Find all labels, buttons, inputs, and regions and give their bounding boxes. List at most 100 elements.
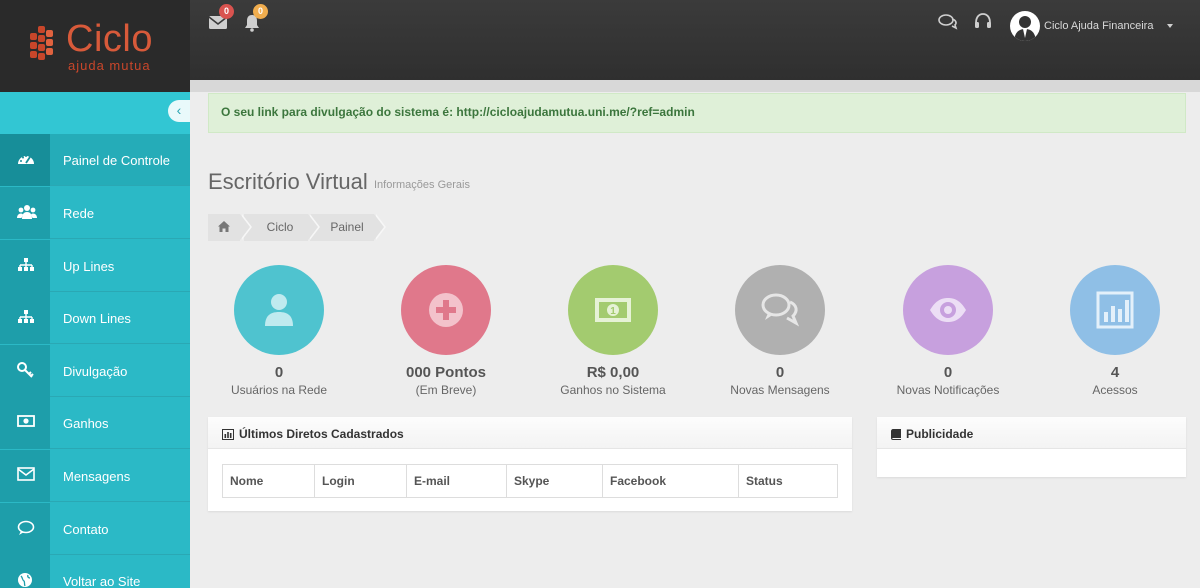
table-header-row: Nome Login E-mail Skype Facebook Status [222, 464, 838, 498]
stat-circle [234, 265, 324, 355]
chat-icon [938, 14, 958, 30]
notifications-badge: 0 [253, 4, 268, 19]
sidebar-item-label: Rede [63, 206, 95, 221]
sidebar-item-label: Contato [63, 522, 109, 537]
stat-value: R$ 0,00 [586, 364, 640, 381]
key-icon [17, 362, 34, 378]
messages-badge: 0 [219, 4, 234, 19]
user-name: Ciclo Ajuda Financeira [1044, 20, 1154, 32]
sidebar-item-painel-de-controle[interactable]: Painel de Controle [0, 134, 190, 186]
envelope-icon [17, 467, 35, 481]
chat-button[interactable] [938, 14, 958, 32]
stat-usuarios[interactable]: 0 Usuários na Rede [199, 265, 359, 397]
logo-subtitle: ajuda mutua [68, 58, 151, 73]
stat-caption: (Em Breve) [415, 383, 477, 397]
stat-acessos[interactable]: 4 Acessos [1035, 265, 1195, 397]
stat-value: 0 [943, 364, 953, 381]
stat-notificacoes[interactable]: 0 Novas Notificações [868, 265, 1028, 397]
breadcrumb-item-ciclo[interactable]: Ciclo [244, 214, 320, 241]
referral-link-alert: O seu link para divulgação do sistema é:… [208, 93, 1186, 133]
logo-title: Ciclo [66, 18, 153, 60]
page-subtitle: Informações Gerais [374, 179, 470, 191]
chevron-left-icon: ‹ [176, 102, 182, 118]
column-header-email[interactable]: E-mail [406, 464, 507, 498]
sidebar-item-contato[interactable]: Contato [0, 503, 190, 555]
bar-chart-icon [222, 429, 234, 440]
sidebar-item-label: Up Lines [63, 259, 115, 274]
headset-icon [975, 13, 991, 28]
stat-circle [1070, 265, 1160, 355]
logo[interactable]: Ciclo ajuda mutua [0, 0, 190, 92]
dashboard-icon [18, 155, 34, 164]
svg-text:1: 1 [610, 306, 616, 317]
support-button[interactable] [974, 13, 994, 31]
column-header-nome[interactable]: Nome [222, 464, 315, 498]
sidebar-item-label: Mensagens [63, 469, 131, 484]
stat-circle [735, 265, 825, 355]
stat-circle: 1 [568, 265, 658, 355]
stat-circle [903, 265, 993, 355]
sitemap-icon [18, 310, 34, 323]
topbar-divider [190, 80, 1200, 92]
page-title: Escritório Virtual [208, 169, 368, 194]
sidebar-item-label: Divulgação [63, 364, 128, 379]
stat-value: 000 Pontos [405, 364, 487, 381]
sidebar-item-ganhos[interactable]: Ganhos [0, 397, 190, 449]
advertising-panel: Publicidade [877, 417, 1186, 477]
stat-caption: Novas Notificações [896, 383, 1000, 397]
latest-directs-panel: Últimos Diretos Cadastrados Nome Login E… [208, 417, 852, 511]
sidebar-header: ‹ [0, 92, 190, 134]
sidebar-item-down-lines[interactable]: Down Lines [0, 292, 190, 344]
sidebar-item-label: Down Lines [63, 311, 131, 326]
directs-table: Nome Login E-mail Skype Facebook Status [222, 464, 838, 498]
panel-header: Últimos Diretos Cadastrados [208, 417, 852, 449]
panel-title: Publicidade [906, 427, 974, 441]
column-header-status[interactable]: Status [738, 464, 838, 498]
column-header-login[interactable]: Login [314, 464, 407, 498]
money-icon [17, 415, 35, 427]
referral-link-text[interactable]: O seu link para divulgação do sistema é:… [221, 105, 695, 119]
panel-header: Publicidade [877, 417, 1186, 449]
column-header-skype[interactable]: Skype [506, 464, 603, 498]
sidebar-collapse-button[interactable]: ‹ [168, 100, 190, 122]
breadcrumb-home[interactable] [208, 214, 252, 241]
sidebar-item-rede[interactable]: Rede [0, 187, 190, 239]
stat-value: 0 [274, 364, 284, 381]
chevron-down-icon [1167, 24, 1173, 28]
avatar [1010, 11, 1040, 41]
column-header-facebook[interactable]: Facebook [602, 464, 739, 498]
stat-mensagens[interactable]: 0 Novas Mensagens [700, 265, 860, 397]
sidebar-item-label: Ganhos [63, 416, 109, 431]
user-silhouette-icon [1014, 16, 1036, 41]
plus-icon [429, 293, 463, 327]
bar-chart-icon [1096, 291, 1134, 329]
top-bar: Ciclo ajuda mutua 0 0 Ciclo Ajuda Financ… [0, 0, 1200, 92]
stat-value: 4 [1110, 364, 1120, 381]
sidebar-item-divulgacao[interactable]: Divulgação [0, 345, 190, 397]
stat-caption: Novas Mensagens [730, 383, 830, 397]
sidebar-item-voltar-ao-site[interactable]: Voltar ao Site [0, 555, 190, 588]
stat-caption: Ganhos no Sistema [560, 383, 666, 397]
sidebar-item-label: Painel de Controle [63, 153, 170, 168]
book-icon [891, 429, 901, 440]
stat-value: 0 [775, 364, 785, 381]
comment-icon [17, 520, 35, 535]
money-icon: 1 [595, 298, 631, 322]
logo-mark-icon [30, 24, 62, 64]
stat-caption: Acessos [1092, 383, 1138, 397]
stat-caption: Usuários na Rede [230, 383, 328, 397]
sidebar-item-mensagens[interactable]: Mensagens [0, 450, 190, 502]
stat-ganhos[interactable]: 1 R$ 0,00 Ganhos no Sistema [533, 265, 693, 397]
stat-circle [401, 265, 491, 355]
stat-pontos[interactable]: 000 Pontos (Em Breve) [366, 265, 526, 397]
user-icon [265, 294, 293, 326]
sidebar: ‹ Painel de Controle Rede Up Lines Down … [0, 92, 190, 588]
globe-icon [18, 573, 32, 587]
eye-icon [930, 298, 966, 322]
sidebar-item-up-lines[interactable]: Up Lines [0, 240, 190, 292]
sidebar-item-label: Voltar ao Site [63, 574, 141, 588]
comments-icon [761, 293, 800, 327]
sitemap-icon [18, 258, 34, 271]
users-icon [17, 205, 37, 219]
home-icon [218, 221, 230, 232]
